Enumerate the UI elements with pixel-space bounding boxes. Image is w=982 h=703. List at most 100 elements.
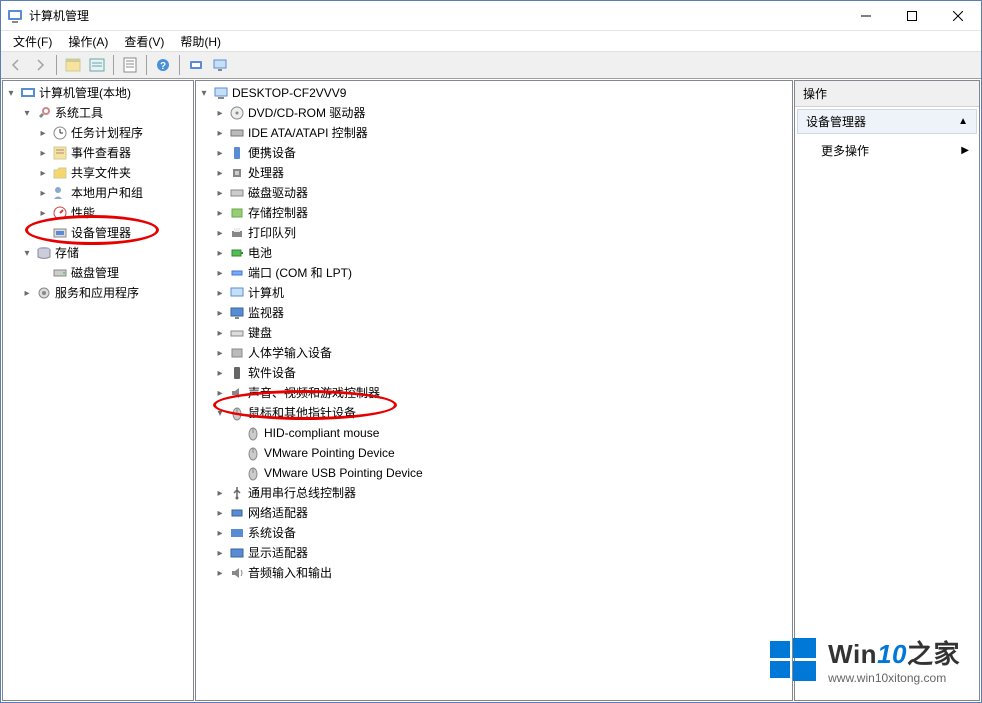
chevron-down-icon[interactable]: ▾ [19,245,35,261]
device-network[interactable]: ▸网络适配器 [196,503,792,523]
tree-device-manager[interactable]: 设备管理器 [3,223,193,243]
chevron-right-icon[interactable]: ▸ [212,165,228,181]
device-mouse[interactable]: ▾鼠标和其他指针设备 [196,403,792,423]
chevron-right-icon[interactable]: ▸ [212,505,228,521]
chevron-right-icon[interactable]: ▸ [212,105,228,121]
chevron-down-icon[interactable]: ▾ [212,405,228,421]
device-processor[interactable]: ▸处理器 [196,163,792,183]
properties-button[interactable] [119,54,141,76]
device-battery[interactable]: ▸电池 [196,243,792,263]
tree-local-users[interactable]: ▸ 本地用户和组 [3,183,193,203]
device-monitors[interactable]: ▸监视器 [196,303,792,323]
device-ide[interactable]: ▸IDE ATA/ATAPI 控制器 [196,123,792,143]
device-mouse-vmware1[interactable]: VMware Pointing Device [196,443,792,463]
show-hide-tree-button[interactable] [62,54,84,76]
actions-more[interactable]: 更多操作 ▶ [797,138,977,163]
actions-section-device-manager[interactable]: 设备管理器 ▲ [797,109,977,134]
battery-icon [229,245,245,261]
chevron-right-icon[interactable]: ▸ [212,245,228,261]
help-button[interactable]: ? [152,54,174,76]
device-mouse-vmware2[interactable]: VMware USB Pointing Device [196,463,792,483]
tree-task-scheduler[interactable]: ▸ 任务计划程序 [3,123,193,143]
node-label: 计算机管理(本地) [39,85,131,101]
chevron-right-icon[interactable]: ▸ [212,345,228,361]
chevron-right-icon[interactable]: ▸ [212,485,228,501]
chevron-right-icon[interactable]: ▸ [212,325,228,341]
chevron-down-icon[interactable]: ▾ [3,85,19,101]
tree-storage[interactable]: ▾ 存储 [3,243,193,263]
node-label: 任务计划程序 [71,125,143,141]
chevron-right-icon[interactable]: ▸ [212,125,228,141]
tree-services-apps[interactable]: ▸ 服务和应用程序 [3,283,193,303]
tree-root-computer-mgmt[interactable]: ▾ 计算机管理(本地) [3,83,193,103]
chevron-right-icon[interactable]: ▸ [35,185,51,201]
node-label: 设备管理器 [71,225,131,241]
chevron-right-icon[interactable]: ▸ [19,285,35,301]
device-portable[interactable]: ▸便携设备 [196,143,792,163]
storage-ctrl-icon [229,205,245,221]
chevron-right-icon[interactable]: ▸ [212,525,228,541]
clock-icon [52,125,68,141]
chevron-down-icon[interactable]: ▾ [19,105,35,121]
device-disk-drives[interactable]: ▸磁盘驱动器 [196,183,792,203]
monitor-icon [229,305,245,321]
tree-event-viewer[interactable]: ▸ 事件查看器 [3,143,193,163]
device-audio-io[interactable]: ▸音频输入和输出 [196,563,792,583]
minimize-button[interactable] [843,1,889,31]
chevron-right-icon[interactable]: ▸ [212,225,228,241]
device-storage-ctrl[interactable]: ▸存储控制器 [196,203,792,223]
collapse-icon[interactable]: ▲ [958,116,968,127]
device-software[interactable]: ▸软件设备 [196,363,792,383]
device-system[interactable]: ▸系统设备 [196,523,792,543]
chevron-right-icon[interactable]: ▸ [212,545,228,561]
device-mouse-hid[interactable]: HID-compliant mouse [196,423,792,443]
device-hid[interactable]: ▸人体学输入设备 [196,343,792,363]
device-print-queue[interactable]: ▸打印队列 [196,223,792,243]
left-tree-panel[interactable]: ▾ 计算机管理(本地) ▾ 系统工具 ▸ 任务计划程序 ▸ 事件查看器 ▸ [2,80,194,701]
device-display[interactable]: ▸显示适配器 [196,543,792,563]
tree-shared-folders[interactable]: ▸ 共享文件夹 [3,163,193,183]
chevron-right-icon[interactable]: ▸ [212,265,228,281]
chevron-right-icon[interactable]: ▸ [212,565,228,581]
toolbar: ? [1,51,981,79]
device-dvd[interactable]: ▸DVD/CD-ROM 驱动器 [196,103,792,123]
menu-file[interactable]: 文件(F) [5,31,60,52]
chevron-right-icon[interactable]: ▸ [35,125,51,141]
chevron-right-icon[interactable]: ▸ [212,305,228,321]
device-sound[interactable]: ▸声音、视频和游戏控制器 [196,383,792,403]
printer-icon [229,225,245,241]
chevron-right-icon[interactable]: ▸ [35,205,51,221]
portable-icon [229,145,245,161]
device-keyboard[interactable]: ▸键盘 [196,323,792,343]
back-button[interactable] [5,54,27,76]
scan-hardware-button[interactable] [185,54,207,76]
menu-help[interactable]: 帮助(H) [172,31,229,52]
chevron-right-icon[interactable]: ▸ [212,385,228,401]
device-root[interactable]: ▾ DESKTOP-CF2VVV9 [196,83,792,103]
forward-button[interactable] [29,54,51,76]
chevron-right-icon[interactable]: ▸ [212,145,228,161]
view-small-button[interactable] [86,54,108,76]
device-ports[interactable]: ▸端口 (COM 和 LPT) [196,263,792,283]
chevron-right-icon[interactable]: ▸ [35,145,51,161]
device-computer[interactable]: ▸计算机 [196,283,792,303]
device-tree-panel[interactable]: ▾ DESKTOP-CF2VVV9 ▸DVD/CD-ROM 驱动器 ▸IDE A… [195,80,793,701]
menu-action[interactable]: 操作(A) [60,31,116,52]
node-label: 系统工具 [55,105,103,121]
tree-system-tools[interactable]: ▾ 系统工具 [3,103,193,123]
actions-more-label: 更多操作 [821,142,869,159]
chevron-right-icon[interactable]: ▸ [212,285,228,301]
chevron-right-icon[interactable]: ▸ [212,365,228,381]
node-label: 磁盘管理 [71,265,119,281]
chevron-down-icon[interactable]: ▾ [196,85,212,101]
chevron-right-icon[interactable]: ▸ [212,205,228,221]
tree-disk-mgmt[interactable]: 磁盘管理 [3,263,193,283]
tree-performance[interactable]: ▸ 性能 [3,203,193,223]
chevron-right-icon[interactable]: ▸ [35,165,51,181]
device-usb[interactable]: ▸通用串行总线控制器 [196,483,792,503]
monitor-icon[interactable] [209,54,231,76]
close-button[interactable] [935,1,981,31]
menu-view[interactable]: 查看(V) [116,31,172,52]
maximize-button[interactable] [889,1,935,31]
chevron-right-icon[interactable]: ▸ [212,185,228,201]
